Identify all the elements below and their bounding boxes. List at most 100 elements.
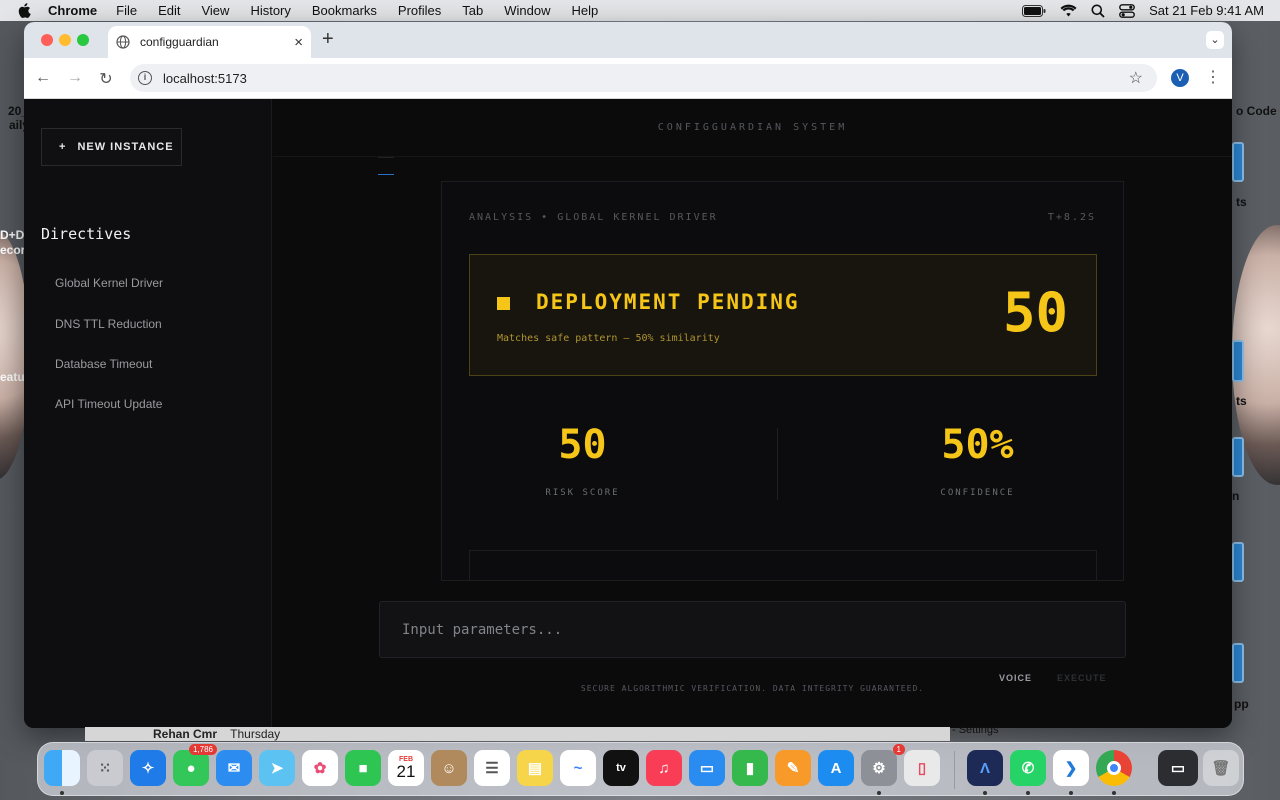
confidence-value: 50% [941,422,1014,468]
new-instance-button[interactable]: + NEW INSTANCE [41,128,182,166]
menu-history[interactable]: History [250,3,290,18]
minimize-window-button[interactable] [59,34,71,46]
close-window-button[interactable] [41,34,53,46]
running-indicator [1069,791,1073,795]
keynote-icon[interactable]: ▭ [689,750,725,786]
status-subtitle: Matches safe pattern — 50% similarity [497,333,720,344]
menu-view[interactable]: View [201,3,229,18]
desktop-folder-icon[interactable] [1232,142,1244,182]
running-indicator [1112,791,1116,795]
apple-icon[interactable] [18,3,31,18]
close-tab-icon[interactable]: × [294,34,303,51]
menu-profiles[interactable]: Profiles [398,3,441,18]
reminders-icon[interactable]: ☰ [474,750,510,786]
new-tab-icon[interactable]: + [322,28,334,51]
menu-clock[interactable]: Sat 21 Feb 9:41 AM [1149,3,1264,18]
battery-icon[interactable] [1022,4,1046,17]
running-indicator [983,791,987,795]
risk-score-value: 50 [558,422,607,468]
profile-avatar[interactable]: V [1171,69,1189,87]
desktop-folder-icon[interactable] [1232,437,1244,477]
desktop-label: n [1232,489,1240,503]
control-center-icon[interactable] [1119,3,1135,18]
music-icon[interactable]: ♫ [646,750,682,786]
bookmark-star-icon[interactable]: ☆ [1129,68,1143,88]
tab-configguardian[interactable]: configguardian × [108,26,311,58]
screen-icon[interactable]: ▭ [1158,750,1198,786]
reload-icon[interactable]: ↻ [96,69,116,89]
facetime-icon[interactable]: ■ [345,750,381,786]
tv-icon[interactable]: tv [603,750,639,786]
calendar-icon[interactable]: FEB 21 [388,750,424,786]
messages-icon[interactable]: ● 1,786 [173,744,217,786]
desktop-folder-icon[interactable] [1232,340,1244,382]
status-score: 50 [1002,281,1068,344]
calendar-day: 21 [396,761,416,781]
status-square-icon [497,297,510,310]
confidence-metric: 50% CONFIDENCE [840,422,1115,498]
desktop-folder-icon[interactable] [1232,542,1244,582]
chrome-icon[interactable] [1096,750,1132,786]
details-panel [469,550,1097,580]
photos-icon[interactable]: ✿ [302,750,338,786]
vscode-icon[interactable]: ❯ [1053,750,1089,786]
globe-icon [116,35,130,49]
sidebar-item-dns-ttl-reduction[interactable]: DNS TTL Reduction [55,317,162,331]
sidebar-item-global-kernel-driver[interactable]: Global Kernel Driver [55,276,163,290]
wifi-icon[interactable] [1060,4,1077,17]
main-panel: CONFIGGUARDIAN SYSTEM ANALYSIS • GLOBAL … [273,99,1232,728]
notes-icon[interactable]: ▤ [517,750,553,786]
sidebar: + NEW INSTANCE Directives Global Kernel … [24,99,272,728]
running-indicator [60,791,64,795]
voice-button[interactable]: VOICE [999,673,1032,683]
tab-search-chevron-icon[interactable]: ⌄ [1206,31,1224,49]
browser-toolbar: ← → ↻ i localhost:5173 ☆ V ⋮ [24,58,1232,99]
footer-note: SECURE ALGORITHMIC VERIFICATION. DATA IN… [580,684,925,693]
pages-icon[interactable]: ✎ [775,750,811,786]
background-window-strip: Rehan Cmr Thursday [85,727,950,741]
menu-app-name[interactable]: Chrome [48,3,97,18]
system-settings-icon[interactable]: ⚙ 1 [861,744,905,786]
iphone-mirroring-icon[interactable]: ▯ [904,750,940,786]
app-page: + NEW INSTANCE Directives Global Kernel … [24,99,1232,728]
trash-icon[interactable]: 🗑 [1203,750,1239,786]
maps-icon[interactable]: ➤ [259,750,295,786]
menu-file[interactable]: File [116,3,137,18]
menu-bookmarks[interactable]: Bookmarks [312,3,377,18]
menu-window[interactable]: Window [504,3,550,18]
menu-tab[interactable]: Tab [462,3,483,18]
execute-button[interactable]: EXECUTE [1057,673,1107,683]
arc-icon[interactable]: Λ [967,750,1003,786]
site-info-icon[interactable]: i [138,71,152,85]
safari-icon[interactable]: ✧ [130,750,166,786]
desktop-label: ts [1236,195,1247,209]
app-store-icon[interactable]: A [818,750,854,786]
menu-help[interactable]: Help [572,3,599,18]
forward-arrow-icon[interactable]: → [65,69,85,87]
mail-icon[interactable]: ✉ [216,750,252,786]
address-bar[interactable]: i localhost:5173 ☆ [130,64,1157,92]
browser-window: configguardian × + ⌄ ← → ↻ i localhost:5… [24,22,1232,728]
status-banner: DEPLOYMENT PENDING Matches safe pattern … [469,254,1097,376]
zoom-window-button[interactable] [77,34,89,46]
tab-title: configguardian [140,35,219,49]
confidence-label: CONFIDENCE [940,488,1015,498]
more-menu-icon[interactable]: ⋮ [1205,67,1221,87]
menu-edit[interactable]: Edit [158,3,180,18]
risk-score-metric: 50 RISK SCORE [445,422,720,498]
running-indicator [1026,791,1030,795]
launchpad-icon[interactable]: ⁙ [87,750,123,786]
contact-name: Rehan Cmr [153,727,218,741]
sidebar-item-api-timeout-update[interactable]: API Timeout Update [55,397,162,411]
contacts-icon[interactable]: ☺ [431,750,467,786]
spotlight-icon[interactable] [1091,4,1105,18]
freeform-icon[interactable]: ~ [560,750,596,786]
whatsapp-icon[interactable]: ✆ [1010,750,1046,786]
numbers-icon[interactable]: ▮ [732,750,768,786]
sidebar-item-database-timeout[interactable]: Database Timeout [55,357,152,371]
desktop-folder-icon[interactable] [1232,643,1244,683]
back-arrow-icon[interactable]: ← [33,69,53,87]
analysis-label: ANALYSIS • GLOBAL KERNEL DRIVER [469,212,718,223]
finder-icon[interactable] [44,750,80,786]
parameter-input[interactable] [380,602,1125,657]
